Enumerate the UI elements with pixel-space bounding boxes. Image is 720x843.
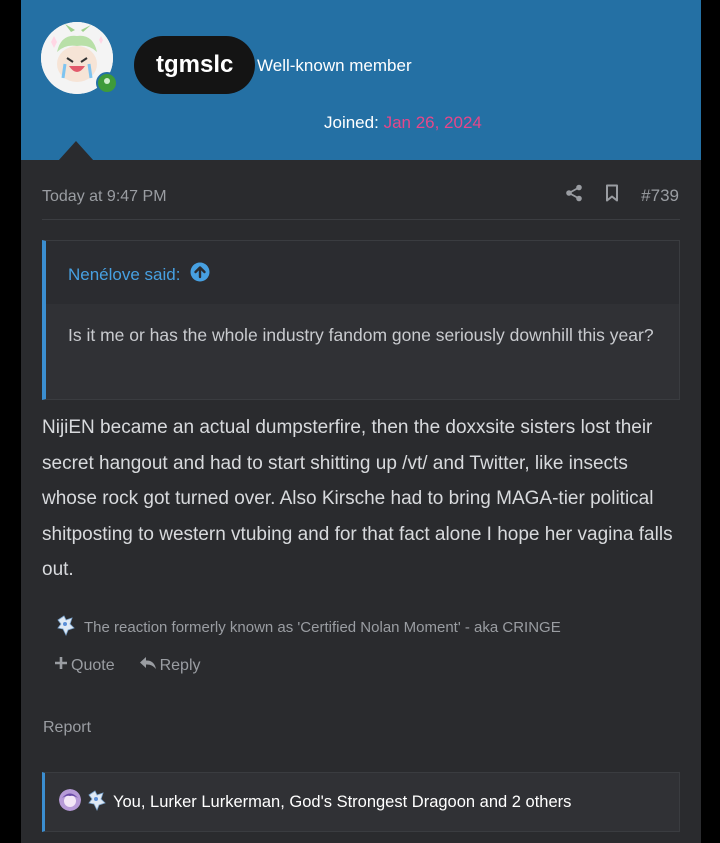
quote-block: Nenélove said: Is it me or has the whole…: [42, 240, 680, 400]
post-card: tgmslc Well-known member Joined: Jan 26,…: [21, 0, 701, 843]
quote-label: Quote: [71, 656, 115, 674]
reply-button[interactable]: Reply: [139, 656, 201, 675]
post-number[interactable]: #739: [641, 186, 679, 206]
bookmark-icon[interactable]: [605, 184, 619, 207]
cringe-reaction-icon: [56, 614, 76, 640]
user-title: Well-known member: [257, 56, 412, 75]
reactions-summary-content: You, Lurker Lurkerman, God's Strongest D…: [59, 789, 571, 816]
report-button[interactable]: Report: [43, 719, 91, 737]
reactions-summary[interactable]: You, Lurker Lurkerman, God's Strongest D…: [42, 772, 680, 832]
reaction-text: The reaction formerly known as 'Certifie…: [84, 618, 561, 636]
quote-text: Is it me or has the whole industry fando…: [68, 325, 654, 345]
reaction-bar[interactable]: The reaction formerly known as 'Certifie…: [56, 614, 561, 640]
online-status-icon: [96, 72, 118, 94]
reply-label: Reply: [159, 656, 201, 674]
arrow-up-circle-icon[interactable]: [190, 262, 210, 287]
cringe-reaction-icon: [87, 789, 107, 816]
username[interactable]: tgmslc: [134, 36, 256, 94]
quote-button[interactable]: Quote: [54, 656, 115, 675]
post-actions: Quote Reply: [54, 656, 201, 675]
post-meta-actions: #739: [565, 184, 679, 207]
plus-icon: [54, 656, 68, 675]
quote-header: Nenélove said:: [46, 241, 679, 304]
post-message: NijiEN became an actual dumpsterfire, th…: [42, 417, 673, 580]
quote-author: Nenélove said:: [68, 264, 181, 284]
post-timestamp[interactable]: Today at 9:47 PM: [42, 188, 167, 206]
joined-date: Jan 26, 2024: [383, 113, 482, 132]
joined-label: Joined:: [324, 113, 379, 132]
avatar[interactable]: [41, 22, 118, 94]
header-pointer: [58, 141, 94, 161]
meta-divider: [42, 219, 680, 220]
avatar: [59, 789, 81, 816]
reactions-summary-text: You, Lurker Lurkerman, God's Strongest D…: [113, 793, 572, 811]
quote-author-link[interactable]: Nenélove said:: [68, 262, 210, 287]
share-icon[interactable]: [565, 184, 583, 207]
joined-info: Joined: Jan 26, 2024: [324, 113, 482, 133]
reply-icon: [139, 656, 157, 675]
user-header: tgmslc Well-known member Joined: Jan 26,…: [21, 0, 701, 161]
